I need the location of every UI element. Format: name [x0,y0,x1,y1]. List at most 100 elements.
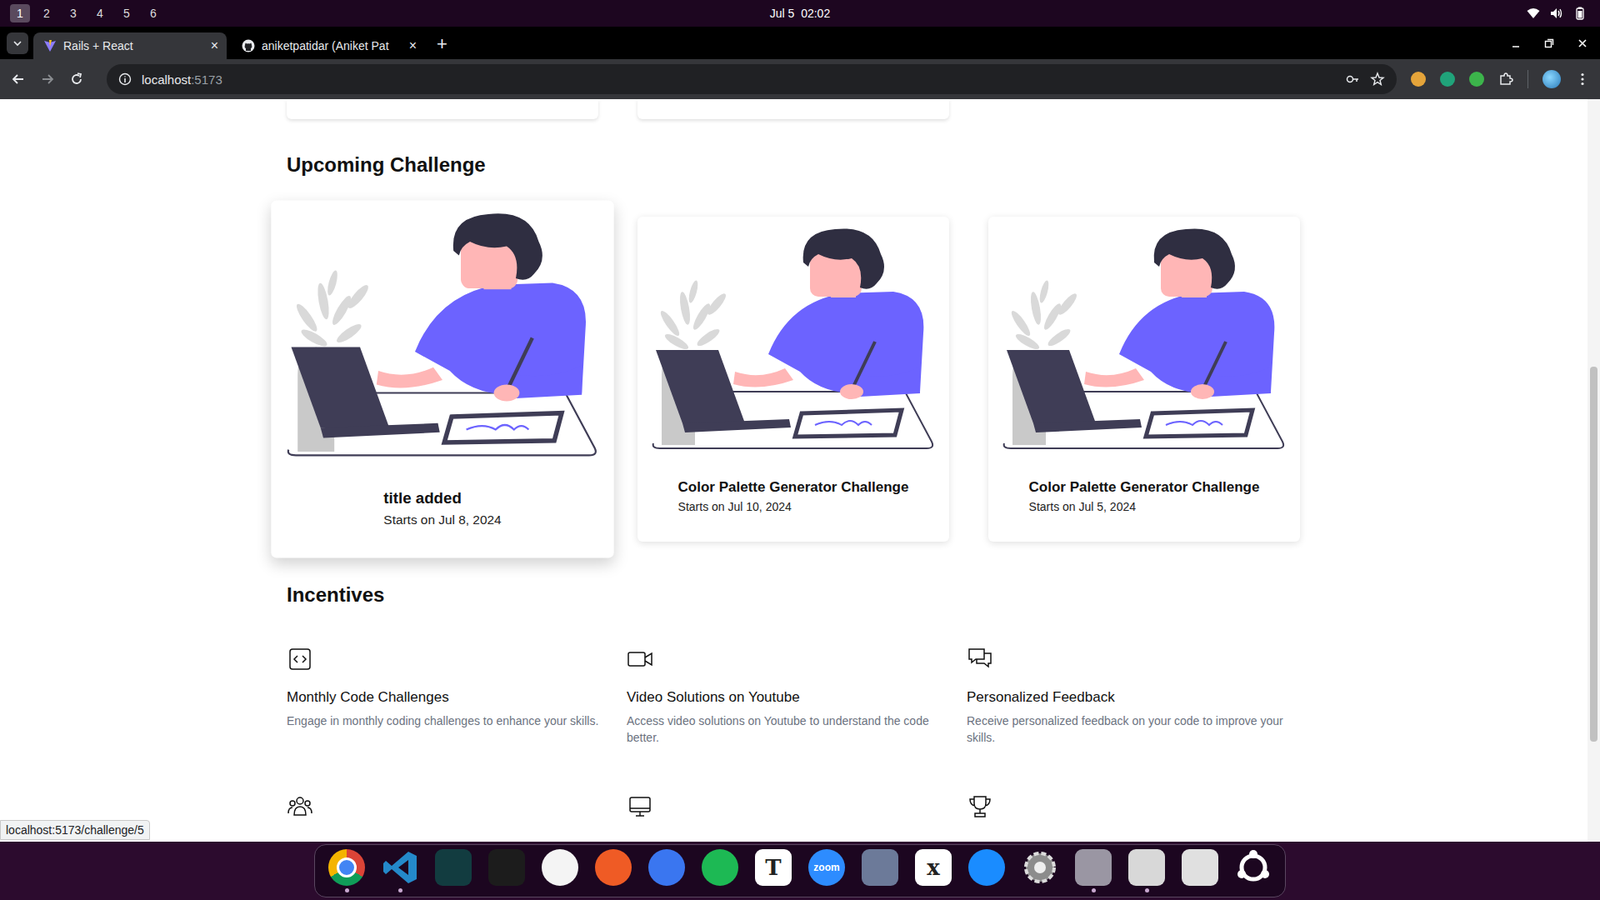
forward-arrow-icon[interactable] [40,71,55,87]
dock-app[interactable] [1173,845,1227,897]
workspace-button[interactable]: 5 [116,4,137,23]
person-drawing-icon [651,225,935,452]
puzzle-icon[interactable] [1498,71,1514,87]
tab-strip: Rails + React×aniketpatidar (Aniket Pat×… [0,26,1600,60]
address-bar[interactable]: localhost:5173 [106,64,1397,95]
tab-close-button[interactable]: × [409,38,417,54]
monitor-icon [626,793,654,820]
star-icon[interactable] [1370,71,1385,87]
challenge-date: Starts on Jul 10, 2024 [678,498,910,515]
close-icon[interactable] [1576,37,1589,50]
dock-app[interactable] [480,845,534,897]
app-icon [1181,849,1219,886]
workspace-button[interactable]: 6 [143,4,164,23]
challenge-card[interactable]: Color Palette Generator ChallengeStarts … [637,216,950,542]
running-indicator [451,888,456,893]
site-info-icon[interactable] [118,72,132,86]
dock-app[interactable] [1120,845,1174,897]
card[interactable] [637,99,950,120]
scrollbar[interactable] [1587,99,1600,842]
status-bubble: localhost:5173/challenge/5 [0,820,150,840]
video-camera-icon [626,645,654,673]
running-indicator [771,888,776,893]
challenge-card[interactable]: Color Palette Generator ChallengeStarts … [988,216,1300,542]
restore-icon[interactable] [1543,37,1555,50]
key-icon[interactable] [1345,71,1360,87]
browser-window: Rails + React×aniketpatidar (Aniket Pat×… [0,26,1600,842]
incentive-item: Monthly Code ChallengesEngage in monthly… [286,645,627,746]
extension-button[interactable] [1469,71,1485,87]
challenge-card[interactable]: title addedStarts on Jul 8, 2024 [270,200,614,559]
clock[interactable]: Jul 5 02:02 [770,6,830,20]
app-icon [541,849,579,886]
app-icon [488,849,525,886]
chrome-icon [328,849,365,886]
dock-area: Tzoomx [0,841,1600,900]
chevron-down-icon [12,38,23,49]
dock-app[interactable] [426,845,480,897]
dock-app[interactable]: x [906,845,960,897]
reload-icon[interactable] [69,71,85,87]
app-icon [435,849,472,886]
running-indicator [985,888,990,893]
people-icon [286,793,314,820]
dock-app[interactable] [1226,845,1280,897]
challenge-date: Starts on Jul 8, 2024 [383,510,501,529]
browser-tab[interactable]: aniketpatidar (Aniket Pat× [231,32,425,60]
running-indicator [825,888,830,893]
dock-app[interactable] [1013,845,1067,897]
tab-search-button[interactable] [6,32,29,55]
incentive-description: Receive personalized feedback on your co… [966,712,1288,746]
running-indicator [345,888,350,893]
section-heading: Upcoming Challenge [286,152,1301,178]
code-icon [286,645,314,673]
dock-app[interactable] [320,845,374,897]
incentive-title: Video Solutions on Youtube [626,689,800,706]
dock: Tzoomx [314,844,1286,898]
top-bar: 123456Jul 5 02:02 [0,0,1600,27]
extension-button[interactable] [1440,71,1455,87]
browser-tab[interactable]: Rails + React× [33,32,227,60]
toolbar: localhost:5173 [0,59,1600,100]
dock-app[interactable] [586,845,640,897]
dock-app[interactable] [960,845,1014,897]
incentive-title: Personalized Feedback [966,689,1115,706]
extension-button[interactable] [1410,71,1426,87]
dock-app[interactable] [533,845,587,897]
workspace-button[interactable]: 2 [36,4,57,23]
dock-app[interactable]: T [746,845,800,897]
trophy-icon [966,793,994,820]
minimize-icon[interactable] [1510,37,1522,50]
dock-app[interactable]: zoom [800,845,854,897]
app-icon [595,849,632,886]
workspace-button[interactable]: 1 [10,4,30,23]
app-icon [1128,849,1165,886]
dock-app[interactable] [640,845,694,897]
back-arrow-icon[interactable] [10,71,26,87]
workspaces: 123456 [10,4,770,23]
system-tray[interactable] [830,6,1590,20]
running-indicator [878,888,883,893]
scrollbar-thumb[interactable] [1590,366,1598,742]
workspace-button[interactable]: 4 [90,4,110,23]
running-indicator [1198,888,1203,893]
profile-avatar[interactable] [1542,70,1561,89]
dock-app[interactable] [1066,845,1120,897]
dock-app[interactable] [373,845,427,897]
running-indicator [931,888,936,893]
new-tab-button[interactable]: + [436,34,448,55]
challenge-title: Color Palette Generator Challenge [678,478,910,497]
challenge-title: Color Palette Generator Challenge [1029,478,1260,497]
dock-app[interactable] [853,845,907,897]
dock-app[interactable] [693,845,747,897]
web-page: Upcoming Challenge title addedStarts on J… [0,99,1600,842]
tab-close-button[interactable]: × [210,38,219,54]
card[interactable] [286,99,599,120]
person-drawing-icon [1002,225,1286,452]
workspace-button[interactable]: 3 [63,4,84,23]
running-indicator [558,888,563,893]
running-indicator [718,888,723,893]
app-icon [1075,849,1112,886]
battery-icon [1573,6,1587,20]
menu-dots-icon[interactable] [1575,71,1590,87]
